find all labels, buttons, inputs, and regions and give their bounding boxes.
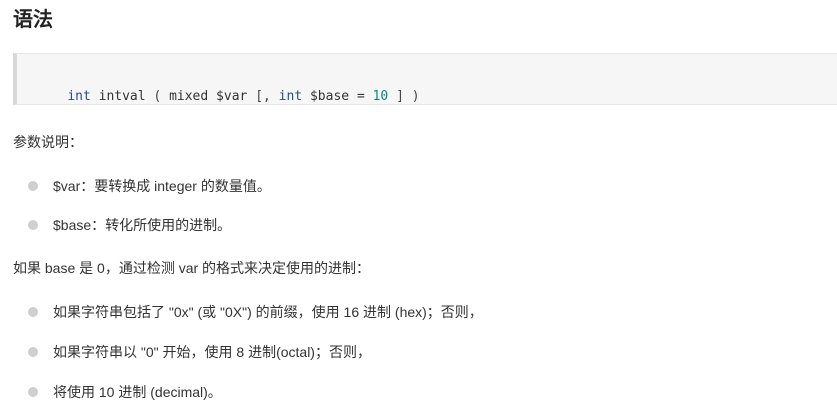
code-token: ) <box>411 89 420 104</box>
section-heading: 语法 <box>13 9 53 31</box>
bullet-icon <box>28 181 38 191</box>
bullet-icon <box>28 307 38 317</box>
bullet-icon <box>28 220 38 230</box>
code-token: $base <box>302 89 357 104</box>
code-token: 10 <box>372 89 389 104</box>
code-token: mixed <box>161 89 217 104</box>
list-item-text: $var：要转换成 integer 的数量值。 <box>53 178 271 194</box>
list-item-text: 如果字符串包括了 "0x" (或 "0X") 的前缀，使用 16 进制 (hex… <box>53 304 483 320</box>
code-token: [, <box>255 89 271 104</box>
code-token: intval <box>90 89 154 104</box>
bullet-icon <box>28 347 38 357</box>
code-token: = <box>356 89 365 104</box>
params-intro: 参数说明： <box>13 134 83 150</box>
list-item-text: 将使用 10 进制 (decimal)。 <box>53 384 222 400</box>
bullet-icon <box>28 387 38 397</box>
code-block: int intval ( mixed $var [, int $base = 1… <box>13 53 837 105</box>
list-item-text: $base：转化所使用的进制。 <box>53 217 232 233</box>
code-token: ] <box>396 89 404 104</box>
list-item-text: 如果字符串以 "0" 开始，使用 8 进制(octal)；否则， <box>53 344 371 360</box>
base-intro: 如果 base 是 0，通过检测 var 的格式来决定使用的进制： <box>13 260 371 276</box>
code-token: $var <box>216 89 256 104</box>
code-token: int <box>278 89 303 104</box>
code-token: int <box>67 89 91 104</box>
function-signature: int intval ( mixed $var [, int $base = 1… <box>36 70 420 124</box>
